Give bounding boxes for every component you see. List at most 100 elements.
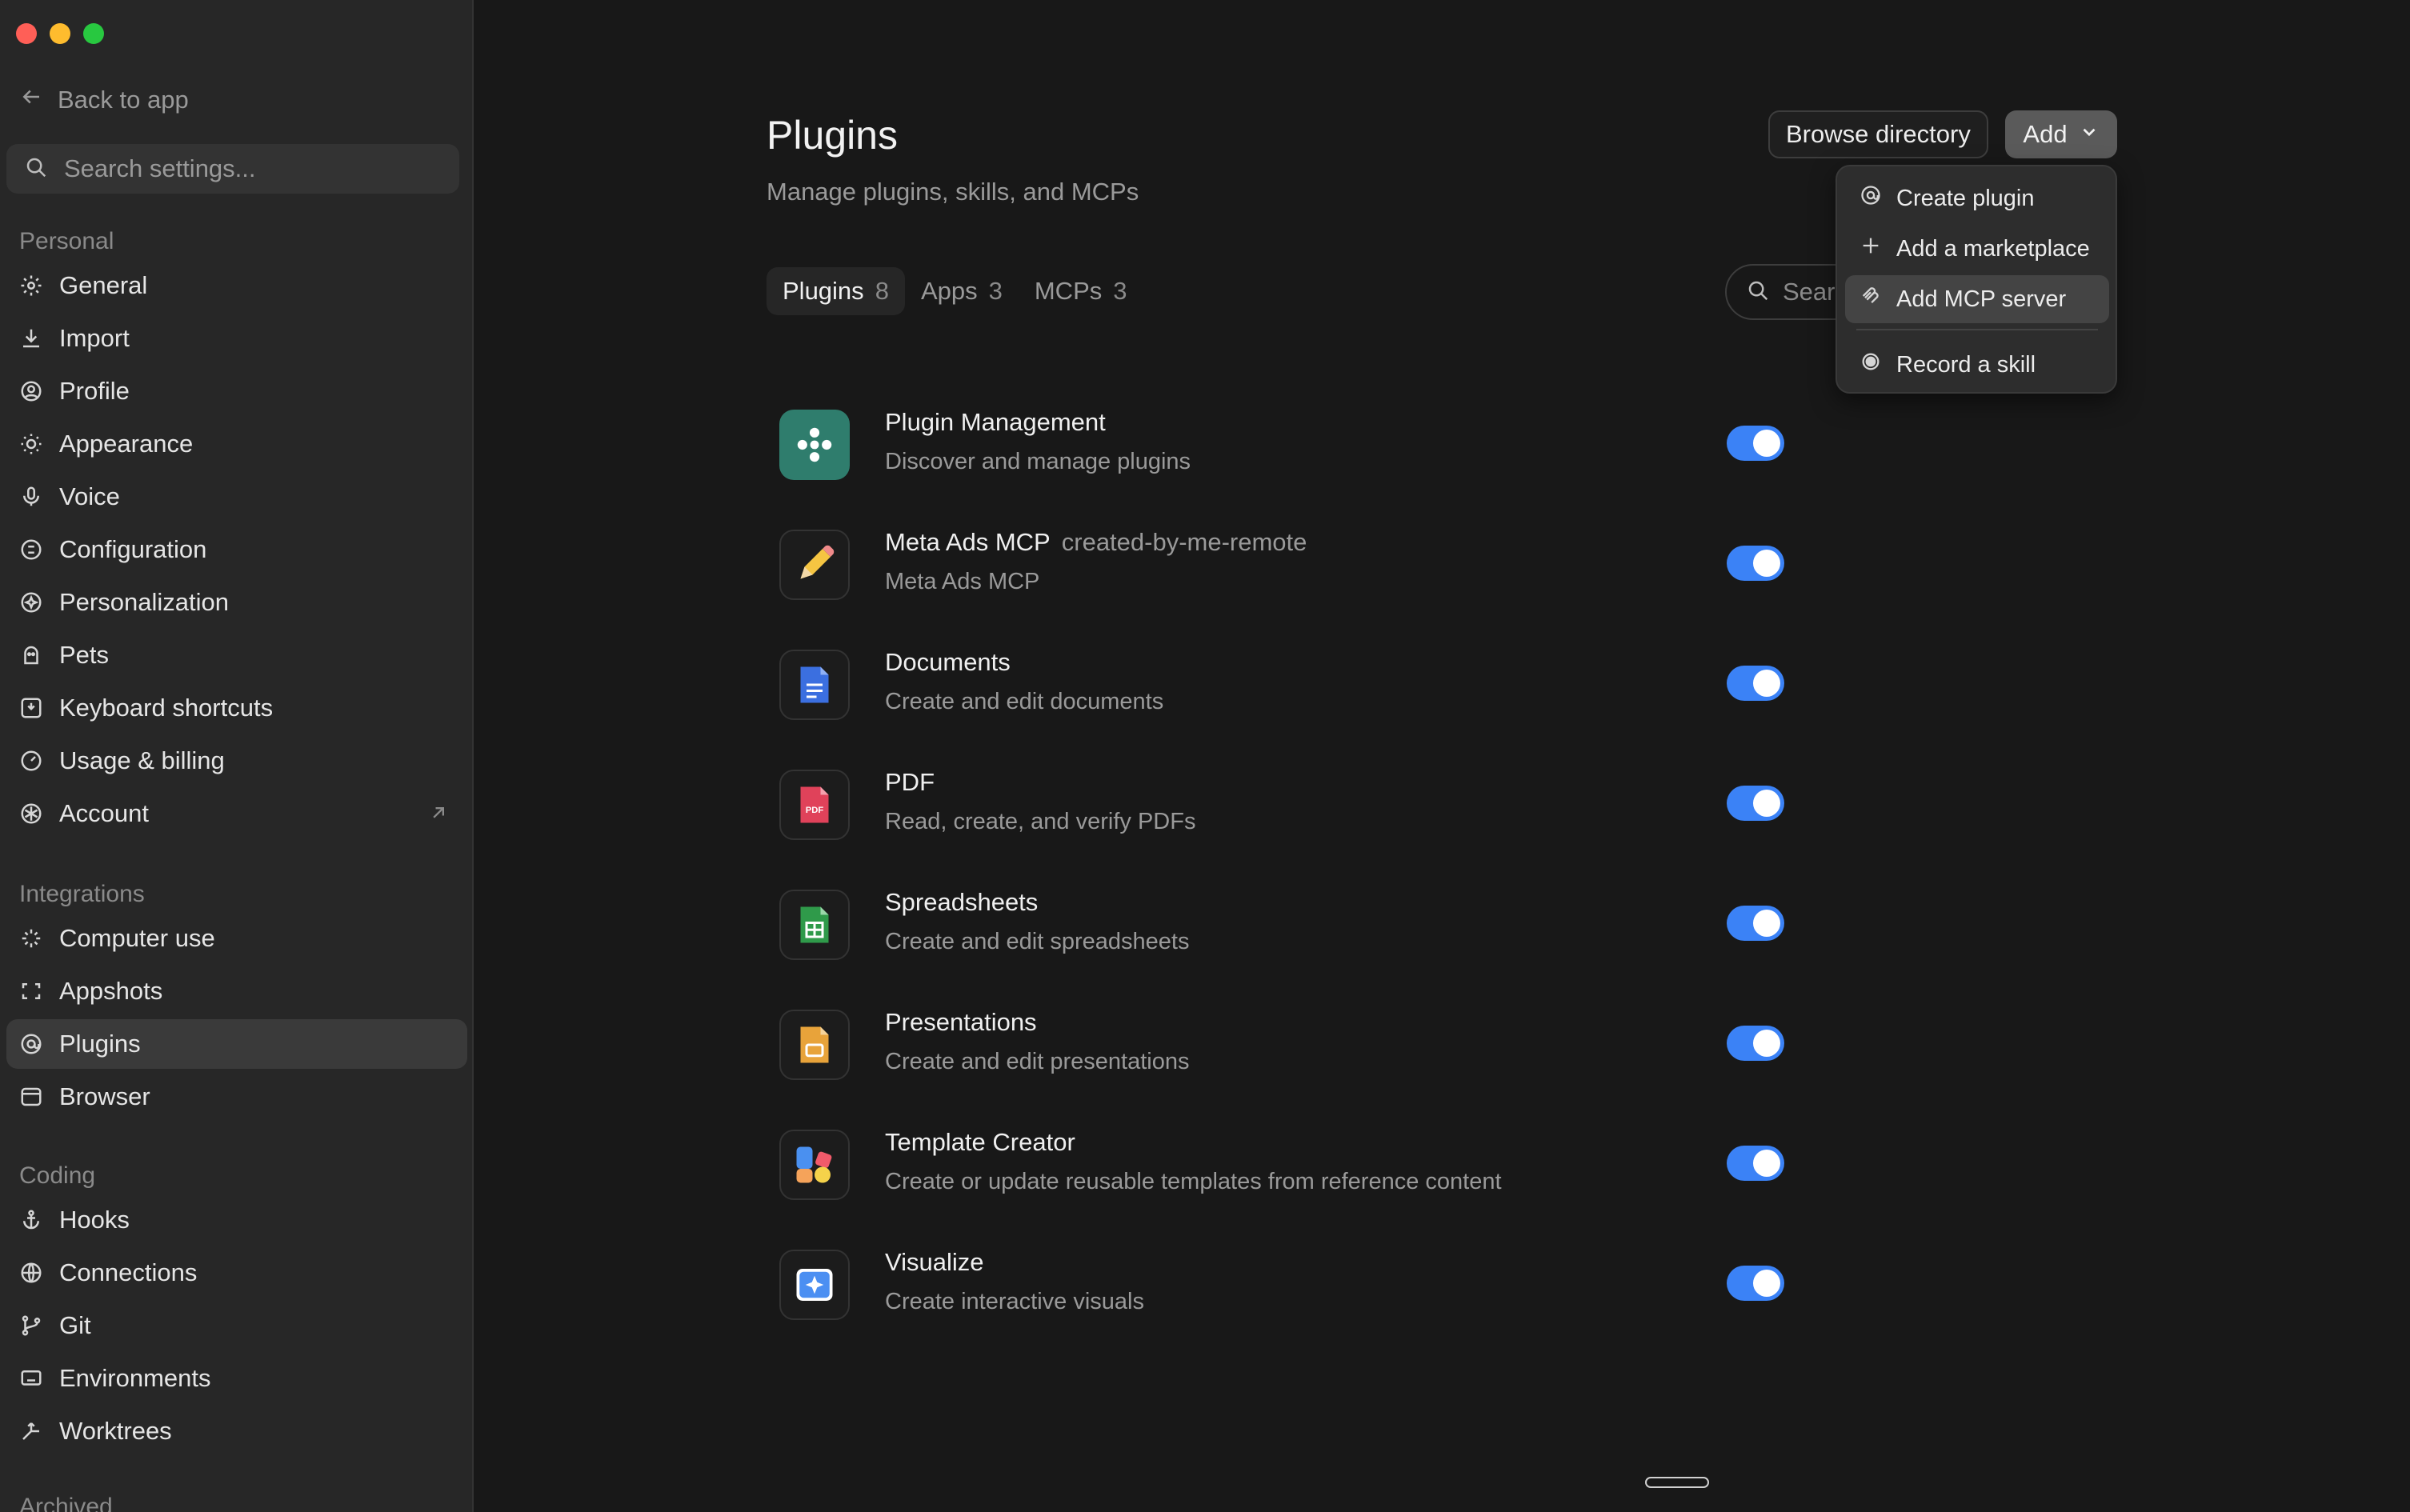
tab-apps[interactable]: Apps 3 xyxy=(905,267,1019,315)
sidebar-item-personalization[interactable]: Personalization xyxy=(6,578,467,627)
menu-divider xyxy=(1856,329,2098,330)
main-content: Plugins Manage plugins, skills, and MCPs… xyxy=(475,0,2410,1512)
sidebar-item-label: Personalization xyxy=(59,588,229,616)
back-to-app-link[interactable]: Back to app xyxy=(19,85,189,115)
sidebar-item-label: Computer use xyxy=(59,924,215,952)
git-branch-icon xyxy=(19,1314,43,1338)
toggle-knob xyxy=(1753,550,1780,577)
sidebar-item-label: Appshots xyxy=(59,977,163,1005)
page-title: Plugins xyxy=(767,113,898,158)
settings-search-input[interactable] xyxy=(62,154,434,184)
plugin-toggle[interactable] xyxy=(1727,1266,1784,1301)
sidebar-item-label: Configuration xyxy=(59,535,207,563)
sidebar-item-worktrees[interactable]: Worktrees xyxy=(6,1406,467,1456)
menu-item-add-marketplace[interactable]: Add a marketplace xyxy=(1845,225,2109,273)
toggle-knob xyxy=(1753,790,1780,817)
settings-search[interactable] xyxy=(6,144,459,194)
plugin-row: Visualize Create interactive visuals xyxy=(779,1240,1787,1360)
sidebar-item-configuration[interactable]: Configuration xyxy=(6,525,467,574)
plugin-management-icon xyxy=(779,410,850,480)
add-button[interactable]: Add xyxy=(2005,110,2117,158)
sidebar-item-label: Environments xyxy=(59,1364,211,1392)
sparkle-icon xyxy=(19,590,43,614)
sidebar-item-general[interactable]: General xyxy=(6,261,467,310)
toggle-knob xyxy=(1753,1030,1780,1057)
menu-item-label: Add a marketplace xyxy=(1896,235,2090,262)
plugin-toggle[interactable] xyxy=(1727,786,1784,821)
plugin-row: Template Creator Create or update reusab… xyxy=(779,1120,1787,1240)
globe-icon xyxy=(19,1261,43,1285)
sidebar-item-profile[interactable]: Profile xyxy=(6,366,467,416)
sidebar-item-connections[interactable]: Connections xyxy=(6,1248,467,1298)
sidebar-item-label: Plugins xyxy=(59,1030,141,1058)
download-icon xyxy=(19,326,43,350)
spreadsheet-icon xyxy=(779,890,850,960)
close-window-button[interactable] xyxy=(16,23,37,44)
external-link-icon xyxy=(427,802,450,830)
sidebar-item-voice[interactable]: Voice xyxy=(6,472,467,522)
tab-label: Plugins xyxy=(783,277,864,305)
section-title-archived: Archived xyxy=(19,1494,113,1512)
toggle-knob xyxy=(1753,430,1780,457)
sidebar-item-account[interactable]: Account xyxy=(6,789,467,838)
browser-icon xyxy=(19,1085,43,1109)
archived-section: Archived xyxy=(0,1491,472,1512)
sidebar-item-appshots[interactable]: Appshots xyxy=(6,966,467,1016)
plugin-row: Documents Create and edit documents xyxy=(779,640,1787,760)
sidebar-item-hooks[interactable]: Hooks xyxy=(6,1195,467,1245)
tab-plugins[interactable]: Plugins 8 xyxy=(767,267,905,315)
plugin-toggle[interactable] xyxy=(1727,1026,1784,1061)
plugin-name: Presentations xyxy=(885,1008,1037,1037)
sidebar-item-label: Keyboard shortcuts xyxy=(59,694,274,722)
sidebar-item-git[interactable]: Git xyxy=(6,1301,467,1350)
plugin-description: Discover and manage plugins xyxy=(885,449,1191,474)
plugin-name: Meta Ads MCP created-by-me-remote xyxy=(885,528,1307,557)
sidebar-item-browser[interactable]: Browser xyxy=(6,1072,467,1122)
plugin-description: Read, create, and verify PDFs xyxy=(885,809,1196,834)
add-dropdown-menu: Create plugin Add a marketplace Add MCP … xyxy=(1836,165,2117,394)
microphone-icon xyxy=(19,485,43,509)
tab-count: 3 xyxy=(1113,277,1127,305)
plugin-name-text: Template Creator xyxy=(885,1128,1075,1156)
sidebar-item-computer-use[interactable]: Computer use xyxy=(6,914,467,963)
plugin-icon xyxy=(1860,184,1882,213)
sidebar-item-label: Voice xyxy=(59,482,120,510)
scroll-handle[interactable] xyxy=(1645,1477,1709,1488)
minimize-window-button[interactable] xyxy=(50,23,70,44)
pdf-icon: PDF xyxy=(779,770,850,840)
plugin-row: Meta Ads MCP created-by-me-remote Meta Ad… xyxy=(779,520,1787,640)
plugin-toggle[interactable] xyxy=(1727,546,1784,581)
menu-item-add-mcp-server[interactable]: Add MCP server xyxy=(1845,275,2109,323)
screenshot-icon xyxy=(19,979,43,1003)
tab-count: 8 xyxy=(875,277,889,305)
plugin-toggle[interactable] xyxy=(1727,666,1784,701)
plugin-toggle[interactable] xyxy=(1727,906,1784,941)
sidebar-item-plugins[interactable]: Plugins xyxy=(6,1019,467,1069)
search-icon xyxy=(1746,278,1770,306)
plugin-row: PDF PDF Read, create, and verify PDFs xyxy=(779,760,1787,880)
plugin-name: Visualize xyxy=(885,1248,984,1277)
plugin-toggle[interactable] xyxy=(1727,1146,1784,1181)
plugin-icon xyxy=(19,1032,43,1056)
plugin-row: Plugin Management Discover and manage pl… xyxy=(779,400,1787,520)
section-title-coding: Coding xyxy=(19,1162,96,1189)
sidebar-item-label: Connections xyxy=(59,1258,198,1286)
monitor-icon xyxy=(19,1366,43,1390)
plugin-toggle[interactable] xyxy=(1727,426,1784,461)
menu-item-create-plugin[interactable]: Create plugin xyxy=(1845,174,2109,222)
menu-item-record-skill[interactable]: Record a skill xyxy=(1845,341,2109,389)
browse-directory-button[interactable]: Browse directory xyxy=(1768,110,1988,158)
sidebar-item-keyboard-shortcuts[interactable]: Keyboard shortcuts xyxy=(6,683,467,733)
sliders-icon xyxy=(19,538,43,562)
sidebar-item-environments[interactable]: Environments xyxy=(6,1354,467,1403)
arrow-left-icon xyxy=(19,85,43,115)
sidebar-item-usage-billing[interactable]: Usage & billing xyxy=(6,736,467,786)
plugin-description: Create and edit spreadsheets xyxy=(885,929,1190,954)
plugin-name-text: Spreadsheets xyxy=(885,888,1039,916)
tab-mcps[interactable]: MCPs 3 xyxy=(1019,267,1143,315)
sidebar-item-import[interactable]: Import xyxy=(6,314,467,363)
maximize-window-button[interactable] xyxy=(83,23,104,44)
sidebar-item-pets[interactable]: Pets xyxy=(6,630,467,680)
gauge-icon xyxy=(19,749,43,773)
sidebar-item-appearance[interactable]: Appearance xyxy=(6,419,467,469)
